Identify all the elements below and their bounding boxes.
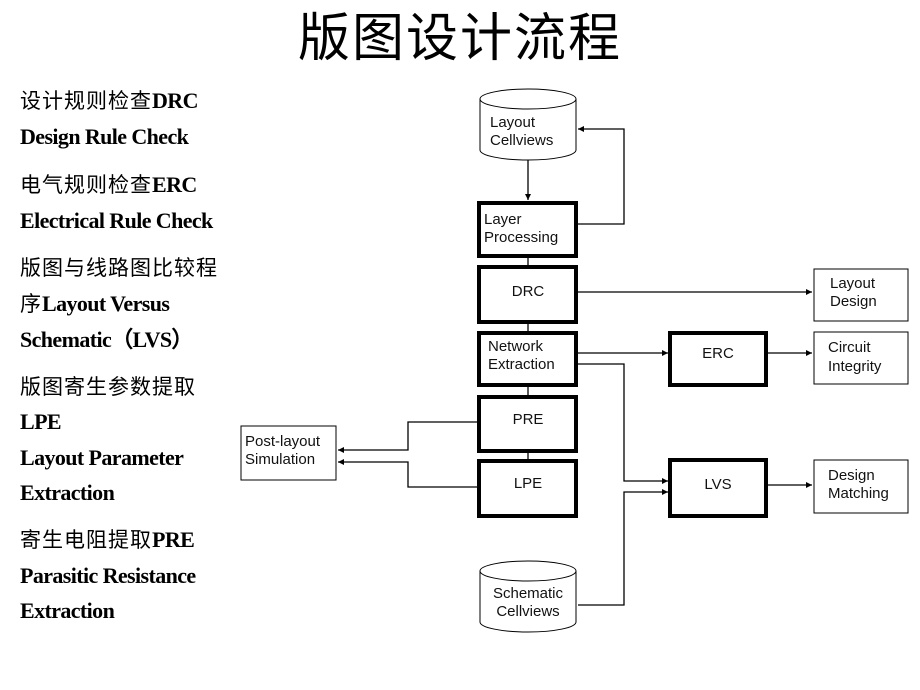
layer-processing-label-2: Processing bbox=[484, 229, 558, 246]
design-matching-box[interactable]: Design Matching bbox=[813, 459, 909, 514]
layer-processing-label-1: Layer bbox=[484, 211, 522, 228]
lvs-box[interactable]: LVS bbox=[668, 458, 768, 518]
pre-box[interactable]: PRE bbox=[477, 395, 578, 453]
layer-processing-box[interactable]: Layer Processing bbox=[477, 201, 578, 258]
schematic-cellviews-label-1: Schematic bbox=[493, 585, 564, 602]
erc-label: ERC bbox=[702, 345, 734, 362]
post-layout-simulation-label-2: Simulation bbox=[245, 451, 315, 468]
design-matching-label-1: Design bbox=[828, 467, 875, 484]
lpe-box[interactable]: LPE bbox=[477, 459, 578, 518]
design-matching-label-2: Matching bbox=[828, 485, 889, 502]
circuit-integrity-label-1: Circuit bbox=[828, 339, 871, 356]
layout-design-box[interactable]: Layout Design bbox=[813, 268, 909, 322]
post-layout-simulation-box[interactable]: Post-layout Simulation bbox=[240, 425, 337, 481]
network-extraction-box[interactable]: Network Extraction bbox=[477, 331, 578, 387]
circuit-integrity-box[interactable]: Circuit Integrity bbox=[813, 331, 909, 385]
arrow-lpe-to-sim bbox=[338, 459, 478, 488]
lvs-label: LVS bbox=[704, 476, 731, 493]
arrow-pre-to-sim bbox=[338, 421, 478, 453]
schematic-cellviews-store[interactable]: Schematic Cellviews bbox=[479, 560, 577, 633]
post-layout-simulation-label-1: Post-layout bbox=[245, 433, 321, 450]
layout-design-label-1: Layout bbox=[830, 275, 876, 292]
arrow-layer-feedback bbox=[578, 126, 625, 225]
arrow-schematic-to-lvs bbox=[578, 489, 668, 606]
network-extraction-label-1: Network bbox=[488, 338, 544, 355]
erc-box[interactable]: ERC bbox=[668, 331, 768, 387]
flow-diagram: Layout Cellviews Layer Processing DRC Ne… bbox=[240, 88, 909, 633]
network-extraction-label-2: Extraction bbox=[488, 356, 555, 373]
schematic-cellviews-label-2: Cellviews bbox=[496, 603, 559, 620]
lpe-label: LPE bbox=[514, 475, 542, 492]
drc-label: DRC bbox=[512, 283, 545, 300]
pre-label: PRE bbox=[513, 411, 544, 428]
layout-cellviews-label-2: Cellviews bbox=[490, 132, 553, 149]
drc-box[interactable]: DRC bbox=[477, 265, 578, 324]
layout-cellviews-store[interactable]: Layout Cellviews bbox=[479, 88, 577, 161]
circuit-integrity-label-2: Integrity bbox=[828, 358, 882, 375]
arrow-net-to-lvs bbox=[578, 363, 668, 484]
layout-design-label-2: Design bbox=[830, 293, 877, 310]
layout-cellviews-label-1: Layout bbox=[490, 114, 536, 131]
